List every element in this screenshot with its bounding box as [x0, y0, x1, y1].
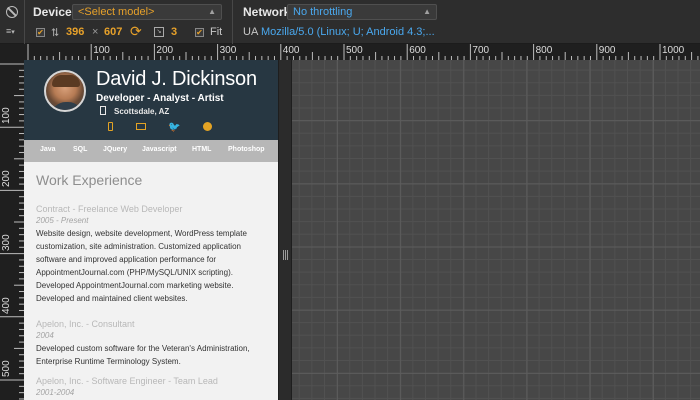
media-query-icon[interactable]: ≡▾ [6, 27, 15, 37]
job-date: 2001-2004 [36, 388, 75, 397]
ruler-label: 600 [409, 45, 426, 56]
resize-grip-icon [283, 250, 288, 260]
tab-photoshop[interactable]: Photoshop [228, 146, 265, 153]
horizontal-ruler: 100 200 300 400 500 600 700 800 900 1000 [24, 44, 700, 60]
rotate-icon[interactable]: ⟳ [130, 24, 142, 38]
skills-tabs: Java SQL JQuery Javascript HTML Photosho… [24, 140, 278, 162]
emulation-toolbar: ≡▾ Device <Select model> ▲ ✔ ⮁ 396 × 607… [0, 0, 700, 44]
network-label: Network [243, 5, 291, 19]
ruler-label: 400 [1, 297, 12, 314]
ruler-label: 100 [93, 45, 110, 56]
job-description: Website design, website development, Wor… [36, 229, 247, 303]
ruler-label: 800 [535, 45, 553, 56]
height-field[interactable]: 607 [104, 26, 122, 38]
width-field[interactable]: 396 [66, 26, 84, 38]
device-viewport[interactable]: David J. Dickinson Developer - Analyst -… [24, 60, 278, 400]
ua-label: UA [243, 26, 259, 38]
vertical-ruler: 100 200 300 400 500 [0, 60, 24, 400]
pixel-ratio-field[interactable]: 3 [171, 26, 177, 38]
profile-header: David J. Dickinson Developer - Analyst -… [24, 60, 278, 140]
fit-checkbox[interactable]: ✔ [195, 28, 204, 37]
job-date: 2005 - Present [36, 216, 89, 225]
tab-html[interactable]: HTML [192, 146, 211, 153]
job-date: 2004 [36, 331, 54, 340]
tab-jquery[interactable]: JQuery [103, 146, 127, 153]
ruler-label: 1000 [662, 45, 685, 56]
resolution-checkbox[interactable]: ✔ [36, 28, 45, 37]
profile-location: Scottsdale, AZ [114, 107, 170, 116]
times-sign: × [92, 26, 99, 38]
device-pixel-ratio-icon: ↘ [154, 27, 164, 37]
job-title: Contract - Freelance Web Developer [36, 204, 183, 214]
ruler-label: 500 [1, 360, 12, 377]
network-select-value: No throttling [293, 6, 353, 18]
profile-name: David J. Dickinson [96, 68, 257, 90]
user-agent-field[interactable]: Mozilla/5.0 (Linux; U; Android 4.3;... [261, 26, 435, 38]
ruler-label: 200 [156, 45, 174, 56]
device-select[interactable]: <Select model> ▲ [72, 4, 222, 20]
tab-java[interactable]: Java [40, 146, 56, 153]
twitter-icon[interactable]: 🐦 [168, 122, 180, 133]
profile-role: Developer - Analyst - Artist [96, 93, 224, 104]
swap-dimensions-icon[interactable]: ⮁ [50, 26, 59, 40]
mail-icon[interactable] [135, 122, 147, 132]
disable-emulation-icon[interactable] [6, 6, 18, 18]
avatar [44, 70, 86, 112]
section-heading: Work Experience [36, 172, 143, 188]
fit-label: Fit [210, 26, 223, 38]
ruler-label: 700 [472, 45, 490, 56]
select-arrow-icon: ▲ [208, 7, 216, 16]
ruler-label: 100 [1, 107, 12, 125]
ruler-label: 200 [1, 170, 12, 188]
job-description: Developed custom software for the Vetera… [36, 344, 250, 366]
select-arrow-icon: ▲ [423, 7, 431, 16]
device-label: Device [33, 5, 72, 19]
ruler-label: 900 [598, 45, 616, 56]
network-select[interactable]: No throttling ▲ [287, 4, 437, 20]
github-icon[interactable] [201, 122, 213, 132]
device-select-value: <Select model> [78, 6, 155, 18]
ruler-label: 300 [1, 233, 12, 251]
ruler-label: 500 [346, 45, 363, 56]
ruler-corner [0, 44, 24, 60]
job-title: Apelon, Inc. - Consultant [36, 319, 135, 329]
tab-javascript[interactable]: Javascript [142, 146, 177, 153]
tab-sql[interactable]: SQL [73, 146, 87, 153]
viewport-resize-handle[interactable] [278, 60, 292, 400]
job-title: Apelon, Inc. - Software Engineer - Team … [36, 376, 218, 386]
ruler-label: 300 [219, 45, 237, 56]
building-icon [100, 106, 106, 115]
mobile-icon[interactable] [104, 122, 116, 132]
ruler-label: 400 [282, 45, 300, 56]
device-emulation-panel: ≡▾ Device <Select model> ▲ ✔ ⮁ 396 × 607… [0, 0, 700, 400]
